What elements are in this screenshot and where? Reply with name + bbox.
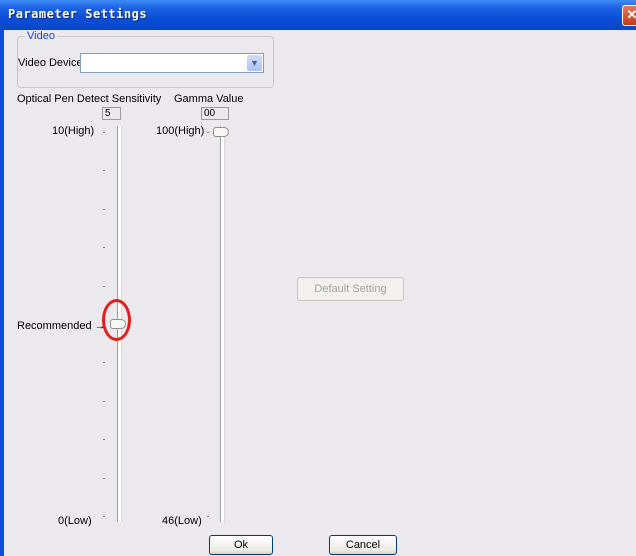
gamma-label: Gamma Value — [174, 93, 244, 105]
gamma-max-label: 100(High) — [156, 125, 205, 137]
video-device-list-select[interactable]: ▼ — [80, 53, 264, 73]
sensitivity-tick — [103, 286, 105, 287]
gamma-min-label: 46(Low) — [162, 515, 202, 527]
parameter-settings-window: Parameter Settings ✕ Video Video Device … — [0, 0, 636, 556]
sensitivity-value-field: 5 — [102, 107, 121, 120]
sensitivity-max-label: 10(High) — [52, 125, 95, 137]
video-groupbox: Video Video Device List ▼ — [17, 30, 274, 88]
sensitivity-tick — [103, 439, 105, 440]
sensitivity-tick — [103, 478, 105, 479]
recommended-text: Recommended — [17, 320, 92, 332]
ok-button[interactable]: Ok — [209, 535, 273, 555]
gamma-slider-thumb[interactable] — [213, 127, 229, 137]
recommended-label: Recommended → — [17, 320, 106, 332]
gamma-value-field: 00 — [201, 107, 229, 120]
sensitivity-tick — [103, 362, 105, 363]
window-title: Parameter Settings — [8, 7, 148, 21]
close-icon: ✕ — [626, 7, 636, 22]
close-button[interactable]: ✕ — [622, 5, 636, 26]
gamma-tick — [207, 132, 209, 133]
recommended-highlight-circle — [102, 299, 131, 341]
video-group-legend: Video — [25, 30, 57, 42]
dialog-body: Video Video Device List ▼ Optical Pen De… — [4, 30, 636, 556]
sensitivity-tick — [103, 209, 105, 210]
gamma-tick — [207, 516, 209, 517]
gamma-slider-track[interactable] — [220, 126, 225, 522]
chevron-down-icon[interactable]: ▼ — [247, 55, 262, 71]
sensitivity-tick — [103, 132, 105, 133]
sensitivity-min-label: 0(Low) — [58, 515, 92, 527]
sensitivity-tick — [103, 247, 105, 248]
sensitivity-tick — [103, 516, 105, 517]
sensitivity-tick — [103, 170, 105, 171]
sensitivity-tick — [103, 401, 105, 402]
cancel-button[interactable]: Cancel — [329, 535, 397, 555]
title-bar[interactable]: Parameter Settings ✕ — [0, 0, 636, 30]
default-setting-button[interactable]: Default Setting — [297, 277, 404, 301]
sensitivity-label: Optical Pen Detect Sensitivity — [17, 93, 162, 105]
